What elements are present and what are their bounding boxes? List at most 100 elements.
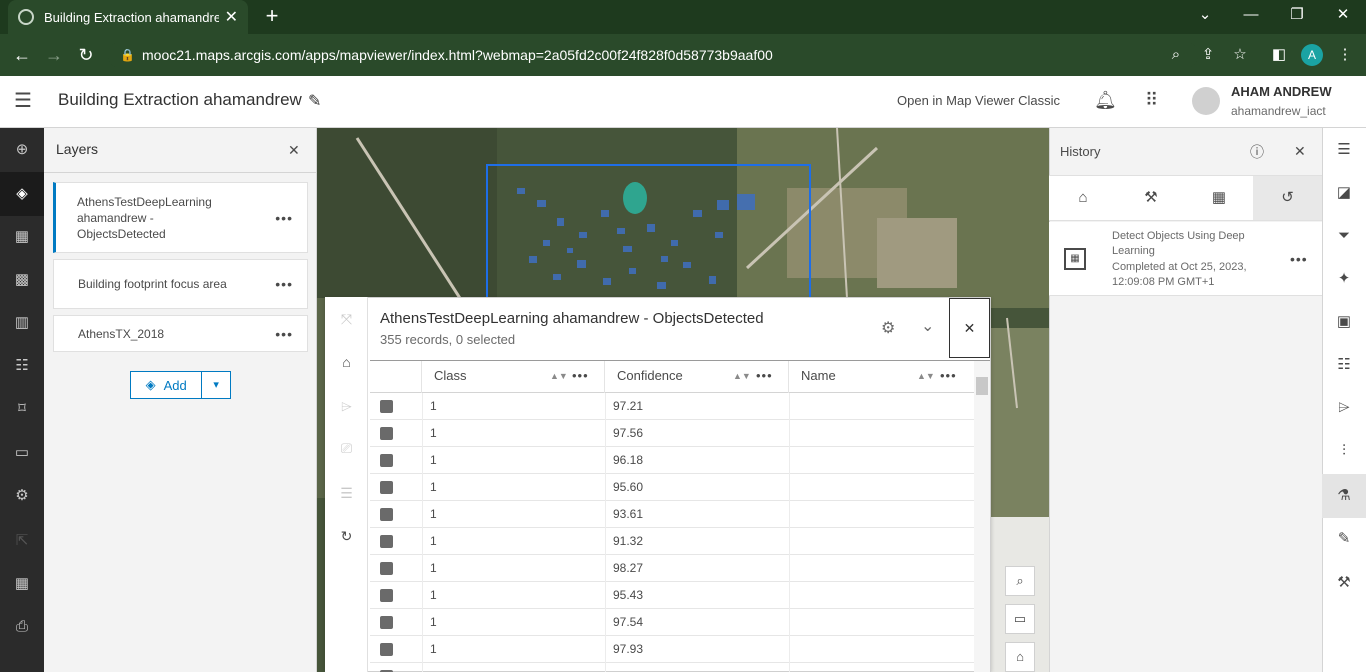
gear-icon[interactable]: ⚙ <box>881 318 895 338</box>
settings-icon[interactable]: ⚙ <box>0 474 44 518</box>
rendering-icon[interactable]: ⫶ <box>1322 429 1366 473</box>
labels-icon[interactable]: ⌲ <box>1322 386 1366 430</box>
tab-history-icon[interactable]: ↺ <box>1253 176 1322 220</box>
tab-search-icon[interactable]: ⌄ <box>1182 0 1228 30</box>
edit-title-icon[interactable]: ✎ <box>308 91 321 111</box>
search-icon[interactable]: ⌕ <box>1165 44 1187 66</box>
effects-icon[interactable]: ✦ <box>1322 257 1366 301</box>
close-tab-icon[interactable]: ✕ <box>225 7 238 27</box>
layer-item-athenstx[interactable]: AthensTX_2018 ••• <box>53 315 308 352</box>
row-checkbox[interactable] <box>380 643 393 656</box>
table-scrollbar[interactable] <box>974 361 990 672</box>
filter-icon[interactable]: ⏷ <box>1322 214 1366 258</box>
collapse-icon[interactable]: ⌄ <box>921 316 934 336</box>
minimize-icon[interactable]: — <box>1228 0 1274 30</box>
column-header-confidence[interactable]: Confidence ▲▼ ••• <box>605 361 789 393</box>
refresh-icon[interactable]: ↻ <box>325 516 368 556</box>
sketch-icon[interactable]: ✎ <box>1322 517 1366 561</box>
display-icon[interactable]: ▭ <box>1005 604 1035 634</box>
side-panel-icon[interactable]: ◧ <box>1268 44 1290 66</box>
row-checkbox[interactable] <box>380 535 393 548</box>
app-launcher-icon[interactable]: ⠿ <box>1145 90 1158 111</box>
browser-menu-icon[interactable]: ⋮ <box>1334 44 1356 66</box>
history-item-options-icon[interactable]: ••• <box>1290 251 1308 267</box>
table-row[interactable]: 1 97.93 <box>370 636 974 663</box>
address-bar[interactable]: 🔒 mooc21.maps.arcgis.com/apps/mapviewer/… <box>108 41 1198 69</box>
basemap-icon[interactable]: ▩ <box>0 258 44 302</box>
layer-options-icon[interactable]: ••• <box>275 326 293 342</box>
close-window-icon[interactable]: ✕ <box>1320 0 1366 30</box>
row-checkbox[interactable] <box>380 508 393 521</box>
browser-tab[interactable]: Building Extraction ahamandrew ✕ <box>8 0 248 34</box>
column-options-icon[interactable]: ••• <box>756 361 773 391</box>
map-properties-icon[interactable]: ▭ <box>0 431 44 475</box>
back-icon[interactable]: ← <box>10 43 34 67</box>
scrollbar-thumb[interactable] <box>976 377 988 395</box>
reload-icon[interactable]: ↻ <box>74 43 98 67</box>
layer-item-footprint-focus[interactable]: Building footprint focus area ••• <box>53 259 308 309</box>
close-table-button[interactable]: ✕ <box>949 298 990 358</box>
home-icon[interactable]: ⌂ <box>325 342 368 382</box>
notifications-icon[interactable]: 🔔︎ <box>1094 90 1117 111</box>
table-row[interactable]: 1 96.18 <box>370 447 974 474</box>
layer-options-icon[interactable]: ••• <box>275 210 293 226</box>
layer-item-objects-detected[interactable]: AthensTestDeepLearning ahamandrew - Obje… <box>53 182 308 253</box>
row-checkbox[interactable] <box>380 400 393 413</box>
table-row[interactable] <box>370 663 974 672</box>
row-checkbox[interactable] <box>380 562 393 575</box>
column-options-icon[interactable]: ••• <box>940 361 957 391</box>
tab-raster-function-icon[interactable]: ▦ <box>1185 176 1253 220</box>
layer-options-icon[interactable]: ••• <box>275 276 293 292</box>
hamburger-menu-icon[interactable]: ☰ <box>14 91 36 111</box>
row-checkbox[interactable] <box>380 589 393 602</box>
table-row[interactable]: 1 95.60 <box>370 474 974 501</box>
styles-icon[interactable]: ◪ <box>1322 171 1366 215</box>
sort-icon[interactable]: ▲▼ <box>733 361 751 391</box>
forward-icon[interactable]: → <box>42 43 66 67</box>
row-checkbox[interactable] <box>380 616 393 629</box>
fields-icon[interactable]: ☷ <box>1322 343 1366 387</box>
share-map-icon[interactable]: ⇱ <box>0 519 44 563</box>
home-icon[interactable]: ⌂ <box>1005 642 1035 672</box>
row-checkbox[interactable] <box>380 454 393 467</box>
user-avatar[interactable] <box>1192 87 1220 115</box>
tag-icon[interactable]: ⌲ <box>325 386 368 426</box>
chevron-down-icon[interactable]: ▾ <box>202 372 230 398</box>
table-row[interactable]: 1 95.43 <box>370 582 974 609</box>
profile-avatar[interactable]: A <box>1301 44 1323 66</box>
sort-icon[interactable]: ▲▼ <box>550 361 568 391</box>
open-classic-link[interactable]: Open in Map Viewer Classic <box>897 93 1060 108</box>
row-checkbox[interactable] <box>380 481 393 494</box>
tables-icon[interactable]: ▦ <box>0 215 44 259</box>
bookmark-star-icon[interactable]: ☆ <box>1229 44 1251 66</box>
table-row[interactable]: 1 97.56 <box>370 420 974 447</box>
close-icon[interactable]: ✕ <box>1294 143 1306 160</box>
column-options-icon[interactable]: ••• <box>572 361 589 391</box>
properties-icon[interactable]: ☰ <box>1322 128 1366 172</box>
table-row[interactable]: 1 97.21 <box>370 393 974 420</box>
expand-icon[interactable]: ⤧ <box>325 299 368 339</box>
search-icon[interactable]: ⌕ <box>1005 566 1035 596</box>
table-row[interactable]: 1 97.54 <box>370 609 974 636</box>
table-row[interactable]: 1 93.61 <box>370 501 974 528</box>
column-header-name[interactable]: Name ▲▼ ••• <box>789 361 974 393</box>
restore-icon[interactable]: ❐ <box>1274 0 1320 30</box>
list-icon[interactable]: ☰ <box>325 473 368 513</box>
add-layer-icon[interactable]: ⊕ <box>0 128 44 172</box>
tools-icon[interactable]: ⚒ <box>1322 561 1366 605</box>
legend-icon[interactable]: ☷ <box>0 344 44 388</box>
bookmarks-icon[interactable]: ⌑ <box>0 387 44 431</box>
create-app-icon[interactable]: ▦ <box>0 562 44 606</box>
column-header-class[interactable]: Class ▲▼ ••• <box>422 361 605 393</box>
info-icon[interactable]: ⓘ <box>1250 142 1264 162</box>
analysis-icon[interactable]: ⚗ <box>1322 474 1366 518</box>
row-checkbox[interactable] <box>380 427 393 440</box>
layers-icon[interactable]: ◈ <box>0 172 44 216</box>
share-icon[interactable]: ⇪ <box>1197 44 1219 66</box>
add-layer-button[interactable]: ◈ Add ▾ <box>130 371 231 399</box>
tab-home-icon[interactable]: ⌂ <box>1049 176 1117 220</box>
table-row[interactable]: 1 91.32 <box>370 528 974 555</box>
popups-icon[interactable]: ▣ <box>1322 300 1366 344</box>
tab-tools-icon[interactable]: ⚒ <box>1117 176 1185 220</box>
charts-icon[interactable]: ▥ <box>0 301 44 345</box>
